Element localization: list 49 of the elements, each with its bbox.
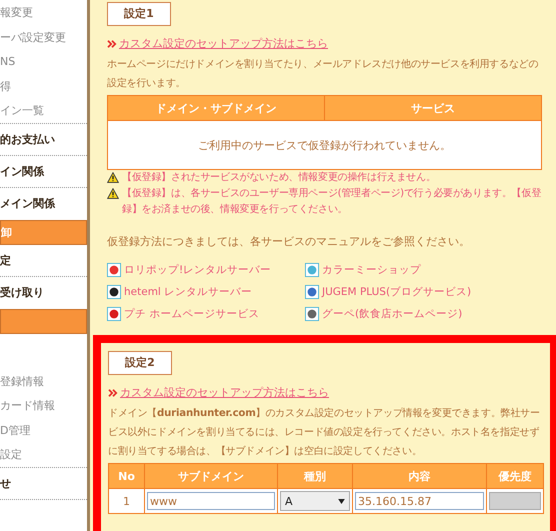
sidebar-item[interactable]: 得 — [0, 74, 87, 99]
column-header: 優先度 — [486, 464, 544, 488]
column-header: 種別 — [278, 464, 352, 488]
warning-text: 【仮登録】は、各サービスのユーザー専用ページ(管理者ページ)で行う必要があります。【仮登録】をお済ませの後、情報変更を行ってください。 — [122, 186, 542, 217]
sidebar-item[interactable]: ーバ設定変更 — [0, 26, 87, 50]
service-link[interactable]: JUGEM PLUS(ブログサービス) — [322, 285, 472, 299]
warning-icon — [107, 188, 119, 199]
sidebar-item[interactable]: D管理 — [0, 418, 87, 443]
sidebar-item[interactable]: イン一覧 — [0, 99, 87, 124]
description-text: ホームページにだけドメインを割り当てたり、メールアドレスだけ他のサービスを利用するなどの設定を行います。 — [107, 58, 540, 91]
sidebar-item[interactable]: せ — [0, 468, 87, 500]
column-header: サブドメイン — [144, 464, 278, 488]
sidebar-item[interactable]: メイン関係 — [0, 188, 87, 220]
sidebar-header[interactable] — [0, 308, 87, 334]
service-link[interactable]: heteml レンタルサーバー — [124, 285, 252, 299]
sidebar-item[interactable]: 的お支払い — [0, 124, 87, 156]
subdomain-field[interactable]: www — [147, 492, 275, 510]
sidebar-item[interactable]: 報変更 — [0, 1, 87, 26]
sidebar-item[interactable]: カード情報 — [0, 394, 87, 418]
row-number: 1 — [108, 488, 144, 514]
caret-icon — [338, 498, 345, 504]
sidebar-item[interactable]: 登録情報 — [0, 370, 87, 394]
empty-message: ご利用中のサービスで仮登録が行われていません。 — [108, 120, 542, 170]
column-header: 内容 — [352, 464, 486, 488]
description-text: ドメイン【durianhunter.com】のカスタム設定のセットアップ情報を変更できます。弊社サービス以外にドメインを割り当てるには、レコード値の設定を行ってください。ホスト名を指定せずに割り当てする場合は、【サブドメイン】は空白に設定してください。 — [108, 406, 541, 459]
content-field[interactable]: 35.160.15.87 — [355, 492, 484, 510]
double-chevron-icon — [107, 40, 117, 48]
type-dropdown[interactable]: A — [280, 491, 350, 511]
service-link[interactable]: プチ ホームページサービス — [124, 307, 260, 321]
section-label: 設定2 — [108, 351, 172, 375]
sidebar-header[interactable]: 卸 — [0, 220, 87, 244]
sidebar-item[interactable]: NS — [0, 50, 87, 74]
setup-guide-link[interactable]: カスタム設定のセットアップ方法はこちら — [119, 36, 328, 51]
service-link[interactable]: ロリポップ!レンタルサーバー — [124, 263, 272, 277]
setup-guide-link[interactable]: カスタム設定のセットアップ方法はこちら — [120, 385, 329, 400]
service-link[interactable]: カラーミーショップ — [322, 263, 421, 277]
warning-icon — [107, 172, 119, 183]
service-link[interactable]: グーペ(飲食店ホームページ) — [322, 307, 462, 321]
column-header: サービス — [324, 96, 542, 120]
sidebar-item[interactable]: 受け取り — [0, 276, 87, 308]
warning-text: 【仮登録】されたサービスがないため、情報変更の操作は行えません。 — [122, 170, 436, 185]
manual-note: 仮登録方法につきましては、各サービスのマニュアルをご参照ください。 — [107, 234, 471, 249]
column-header: No — [108, 464, 144, 488]
double-chevron-icon — [108, 388, 118, 396]
sidebar-item[interactable]: 定 — [0, 244, 87, 276]
column-header: ドメイン・サブドメイン — [108, 96, 324, 120]
section-label: 設定1 — [107, 2, 171, 26]
sidebar-item[interactable]: 設定 — [0, 443, 87, 468]
sidebar-item[interactable]: イン関係 — [0, 156, 87, 188]
